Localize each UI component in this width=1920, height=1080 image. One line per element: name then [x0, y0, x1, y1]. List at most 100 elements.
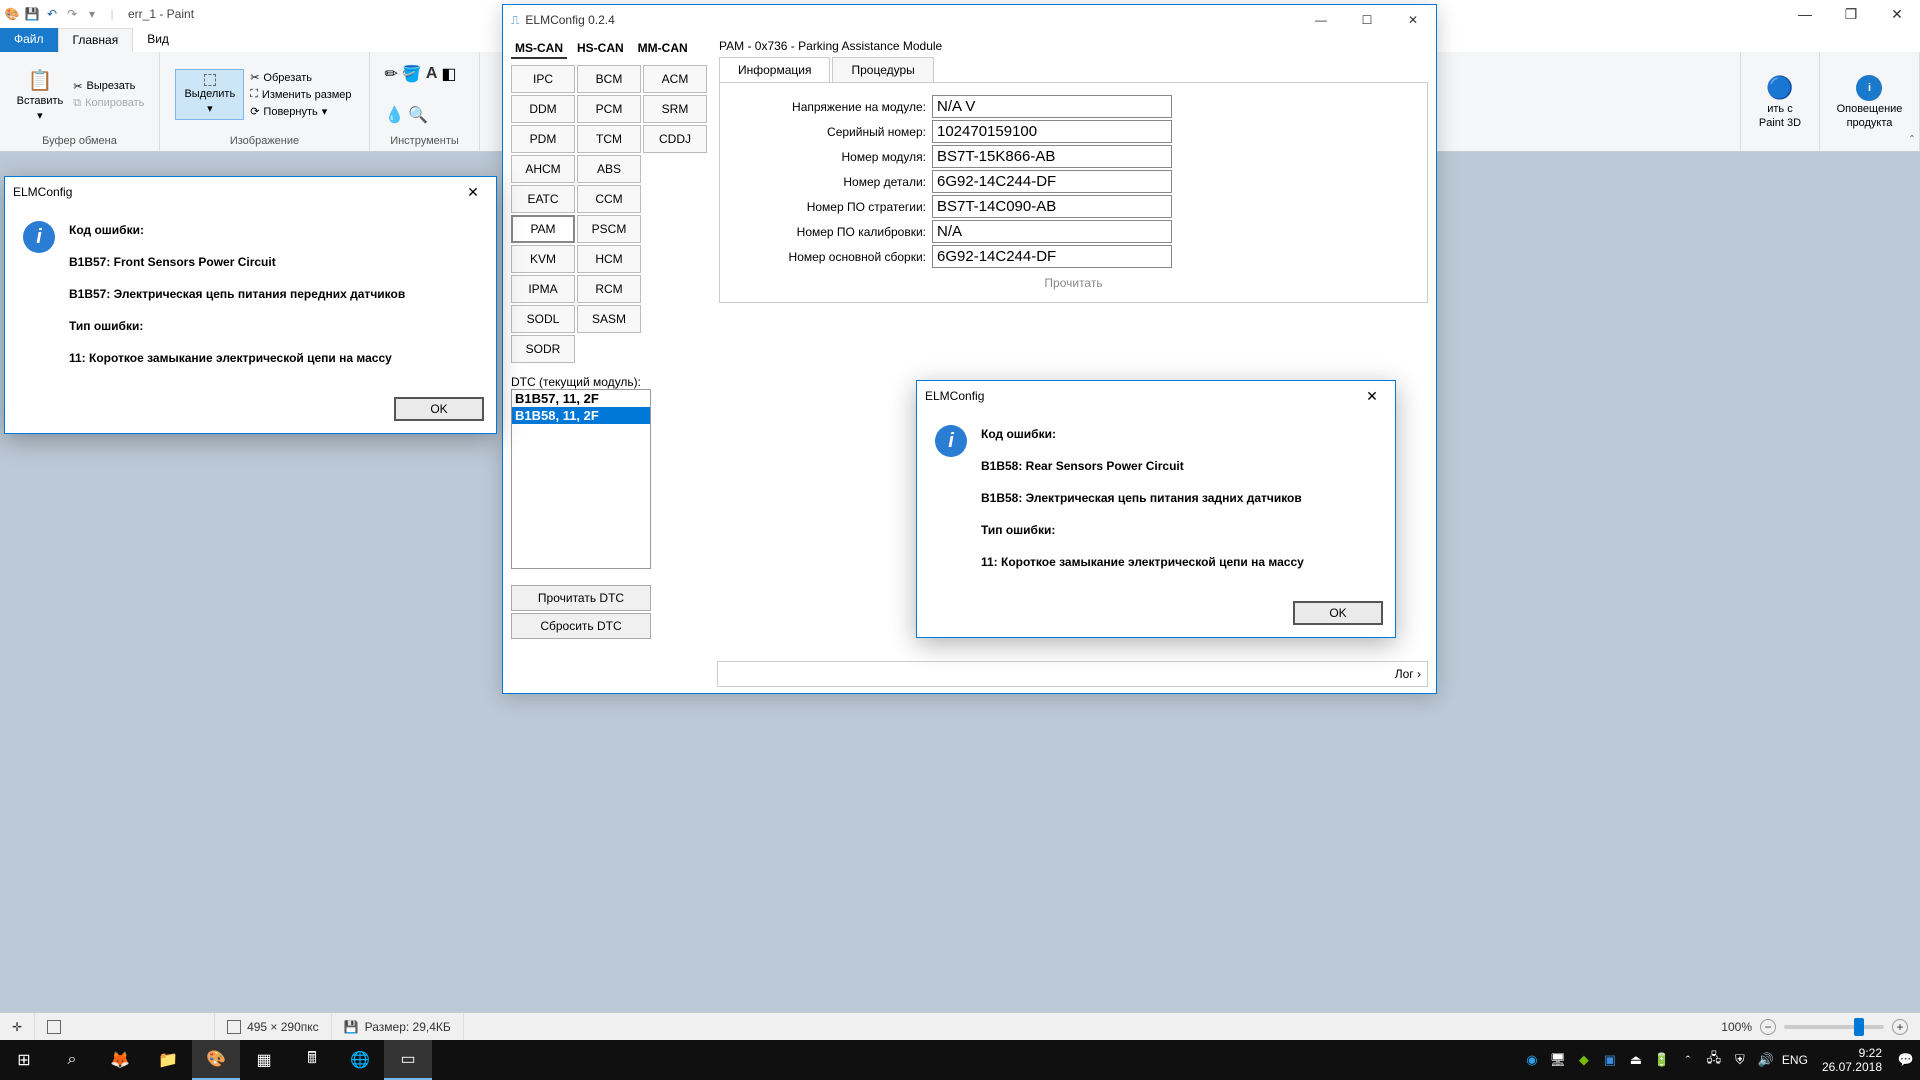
tray-chevron-up-icon[interactable]: ˆ — [1678, 1050, 1698, 1070]
search-button[interactable]: ⌕ — [48, 1040, 96, 1080]
tab-procedures[interactable]: Процедуры — [832, 57, 933, 82]
module-acm[interactable]: ACM — [643, 65, 707, 93]
elm-titlebar[interactable]: ⎍ ELMConfig 0.2.4 — ☐ ✕ — [503, 5, 1436, 35]
dtc-list[interactable]: B1B57, 11, 2F B1B58, 11, 2F — [511, 389, 651, 569]
module-eatc[interactable]: EATC — [511, 185, 575, 213]
start-button[interactable]: ⊞ — [0, 1040, 48, 1080]
redo-icon[interactable]: ↷ — [64, 6, 80, 22]
product-alert-button[interactable]: i Оповещение продукта — [1833, 73, 1907, 131]
module-ipc[interactable]: IPC — [511, 65, 575, 93]
zoom-icon[interactable]: 🔍 — [408, 105, 428, 125]
pencil-icon[interactable]: ✏ — [385, 64, 398, 84]
tray-clock[interactable]: 9:22 26.07.2018 — [1814, 1046, 1890, 1075]
tray-monitor-icon[interactable]: 🖥 — [1548, 1050, 1568, 1070]
dtc-item[interactable]: B1B58, 11, 2F — [512, 407, 650, 424]
read-dtc-button[interactable]: Прочитать DTC — [511, 585, 651, 611]
fill-icon[interactable]: 🪣 — [402, 64, 422, 84]
tray-network-icon[interactable]: 🖧 — [1704, 1050, 1724, 1070]
qat-more-icon[interactable]: ▾ — [84, 6, 100, 22]
maximize-button[interactable]: ❐ — [1828, 0, 1874, 28]
module-sasm[interactable]: SASM — [577, 305, 641, 333]
app-explorer[interactable]: 📁 — [144, 1040, 192, 1080]
error-dialog-2: ELMConfig ✕ i Код ошибки: B1B58: Rear Se… — [916, 380, 1396, 638]
system-tray: ◉ 🖥 ◆ ▣ ⏏ 🔋 ˆ 🖧 ⛨ 🔊 ENG 9:22 26.07.2018 … — [1522, 1046, 1920, 1075]
close-icon[interactable]: ✕ — [1357, 388, 1387, 405]
app-calculator[interactable]: 🖩 — [288, 1040, 336, 1080]
module-kvm[interactable]: KVM — [511, 245, 575, 273]
zoom-slider[interactable] — [1784, 1025, 1884, 1029]
ok-button[interactable]: OK — [394, 397, 484, 421]
module-ddm[interactable]: DDM — [511, 95, 575, 123]
close-icon[interactable]: ✕ — [458, 184, 488, 201]
tray-volume-icon[interactable]: 🔊 — [1756, 1050, 1776, 1070]
tab-file[interactable]: Файл — [0, 28, 58, 52]
tray-battery-icon[interactable]: 🔋 — [1652, 1050, 1672, 1070]
read-info-button[interactable]: Прочитать — [732, 276, 1415, 290]
dtc-label: DTC (текущий модуль): — [511, 375, 711, 389]
module-pam[interactable]: PAM — [511, 215, 575, 243]
module-abs[interactable]: ABS — [577, 155, 641, 183]
tray-defender-icon[interactable]: ⛨ — [1730, 1050, 1750, 1070]
module-srm[interactable]: SRM — [643, 95, 707, 123]
module-sodl[interactable]: SODL — [511, 305, 575, 333]
tray-nvidia-icon[interactable]: ◆ — [1574, 1050, 1594, 1070]
picker-icon[interactable]: 💧 — [385, 105, 405, 125]
tray-teamviewer-icon[interactable]: ◉ — [1522, 1050, 1542, 1070]
maximize-button[interactable]: ☐ — [1344, 5, 1390, 35]
minimize-button[interactable]: — — [1298, 5, 1344, 35]
tray-notifications-icon[interactable]: 💬 — [1896, 1050, 1916, 1070]
module-rcm[interactable]: RCM — [577, 275, 641, 303]
save-icon[interactable]: 💾 — [24, 6, 40, 22]
module-pscm[interactable]: PSCM — [577, 215, 641, 243]
tab-view[interactable]: Вид — [133, 28, 183, 52]
resize-button[interactable]: ⛶Изменить размер — [248, 87, 353, 102]
rotate-button[interactable]: ⟳Повернуть ▾ — [248, 104, 353, 119]
tray-lang[interactable]: ENG — [1782, 1050, 1808, 1070]
log-button[interactable]: Лог › — [1395, 667, 1421, 681]
dtc-item[interactable]: B1B57, 11, 2F — [512, 390, 650, 407]
app-screenkeyboard[interactable]: ▦ — [240, 1040, 288, 1080]
module-ccm[interactable]: CCM — [577, 185, 641, 213]
tab-home[interactable]: Главная — [58, 28, 134, 52]
module-panel: MS-CAN HS-CAN MM-CAN IPCBCMACM DDMPCMSRM P… — [511, 39, 711, 689]
app-chrome[interactable]: 🌐 — [336, 1040, 384, 1080]
module-ipma[interactable]: IPMA — [511, 275, 575, 303]
module-ahcm[interactable]: AHCM — [511, 155, 575, 183]
cut-button[interactable]: ✂Вырезать — [71, 79, 146, 94]
paint3d-button[interactable]: 🔵 ить с Paint 3D — [1755, 73, 1805, 131]
copy-button[interactable]: ⧉Копировать — [71, 96, 146, 111]
ok-button[interactable]: OK — [1293, 601, 1383, 625]
module-pcm[interactable]: PCM — [577, 95, 641, 123]
module-hcm[interactable]: HCM — [577, 245, 641, 273]
dialog-titlebar[interactable]: ELMConfig ✕ — [5, 177, 496, 207]
crop-button[interactable]: ✂Обрезать — [248, 70, 353, 85]
zoom-out-button[interactable]: − — [1760, 1019, 1776, 1035]
text-icon[interactable]: A — [426, 65, 438, 83]
app-running[interactable]: ▭ — [384, 1040, 432, 1080]
tab-mscan[interactable]: MS-CAN — [511, 39, 567, 59]
select-button[interactable]: Выделить ▾ — [175, 69, 244, 120]
collapse-ribbon-icon[interactable]: ˆ — [1910, 133, 1914, 147]
zoom-value: 100% — [1721, 1020, 1752, 1034]
tab-mmcan[interactable]: MM-CAN — [634, 39, 692, 59]
minimize-button[interactable]: — — [1782, 0, 1828, 28]
tab-hscan[interactable]: HS-CAN — [573, 39, 628, 59]
paste-button[interactable]: 📋 Вставить ▾ — [13, 66, 68, 124]
app-gitlab[interactable]: 🦊 — [96, 1040, 144, 1080]
tray-usb-icon[interactable]: ⏏ — [1626, 1050, 1646, 1070]
dialog-titlebar[interactable]: ELMConfig ✕ — [917, 381, 1395, 411]
module-bcm[interactable]: BCM — [577, 65, 641, 93]
zoom-in-button[interactable]: + — [1892, 1019, 1908, 1035]
module-cddj[interactable]: CDDJ — [643, 125, 707, 153]
close-button[interactable]: ✕ — [1874, 0, 1920, 28]
module-tcm[interactable]: TCM — [577, 125, 641, 153]
module-sodr[interactable]: SODR — [511, 335, 575, 363]
eraser-icon[interactable]: ◧ — [441, 64, 456, 84]
app-paint[interactable]: 🎨 — [192, 1040, 240, 1080]
reset-dtc-button[interactable]: Сбросить DTC — [511, 613, 651, 639]
tray-app-icon[interactable]: ▣ — [1600, 1050, 1620, 1070]
tab-info[interactable]: Информация — [719, 57, 830, 82]
undo-icon[interactable]: ↶ — [44, 6, 60, 22]
close-button[interactable]: ✕ — [1390, 5, 1436, 35]
module-pdm[interactable]: PDM — [511, 125, 575, 153]
